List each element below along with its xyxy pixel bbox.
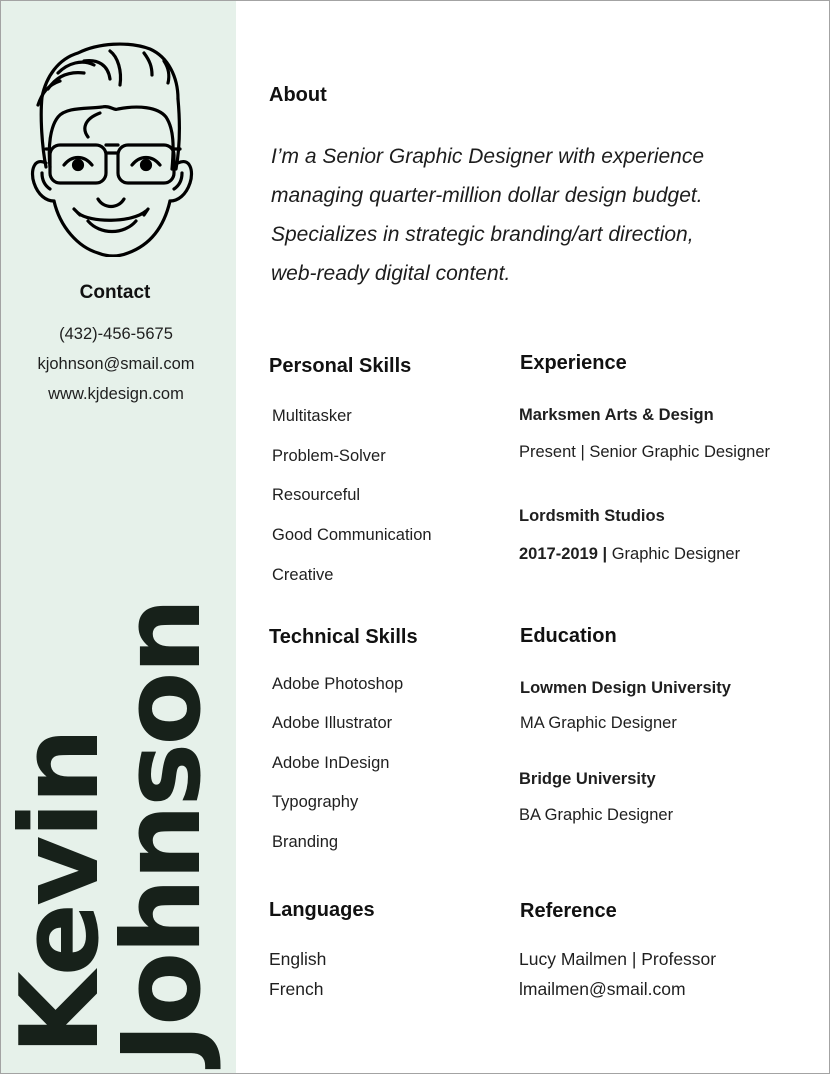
reference-email[interactable]: lmailmen@smail.com [519,979,686,1000]
about-text: I’m a Senior Graphic Designer with exper… [271,137,791,293]
about-line: managing quarter-million dollar design b… [271,184,703,207]
personal-skills-heading: Personal Skills [269,355,412,377]
experience-role: Senior Graphic Designer [589,443,770,461]
reference-name: Lucy Mailmen | Professor [519,949,717,969]
last-name: Johnson [100,600,225,1063]
first-name: Kevin [0,730,123,1055]
resume-page: Contact (432)-456-5675 kjohnson@smail.co… [0,0,830,1074]
personal-skill-item: Resourceful [272,486,361,504]
about-line: I’m a Senior Graphic Designer with exper… [271,145,705,168]
education-school: Bridge University [519,770,656,788]
about-line: Specializes in strategic branding/art di… [271,223,694,246]
technical-skills-heading: Technical Skills [269,626,418,648]
experience-period: 2017-2019 | [519,545,608,563]
experience-company: Lordsmith Studios [519,507,665,525]
about-line: web-ready digital content. [271,262,511,285]
technical-skill-item: Branding [272,833,339,851]
experience-company: Marksmen Arts & Design [519,406,714,424]
experience-role-line: 2017-2019 | Graphic Designer [519,545,740,564]
technical-skill-item: Typography [272,793,359,811]
language-item: English [269,949,327,969]
language-item: French [269,979,324,999]
personal-skill-item: Multitasker [272,407,352,425]
technical-skill-item: Adobe InDesign [272,754,390,772]
education-heading: Education [520,625,617,647]
name-block: Kevin Johnson [0,1,236,1075]
experience-heading: Experience [520,352,627,374]
about-heading: About [269,84,327,106]
technical-skill-item: Adobe Illustrator [272,714,393,732]
reference-heading: Reference [520,900,617,922]
personal-skill-item: Problem-Solver [272,447,386,465]
education-degree: BA Graphic Designer [519,806,674,824]
experience-role-line: Present | Senior Graphic Designer [519,443,770,462]
sidebar: Contact (432)-456-5675 kjohnson@smail.co… [0,1,236,1075]
personal-skill-item: Creative [272,566,334,584]
experience-role: Graphic Designer [611,545,741,563]
education-school: Lowmen Design University [520,679,731,697]
technical-skill-item: Adobe Photoshop [272,675,404,693]
languages-heading: Languages [269,899,375,921]
experience-period: Present | [519,443,585,461]
personal-skill-item: Good Communication [272,526,432,544]
education-degree: MA Graphic Designer [520,714,677,732]
